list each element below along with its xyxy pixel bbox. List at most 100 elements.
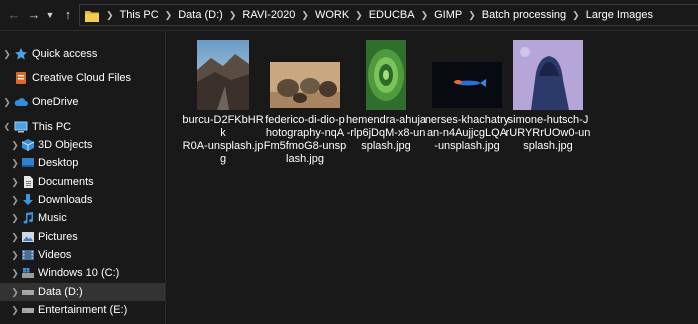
chevron-right-icon[interactable]: ❯ [2,93,12,111]
star-icon [14,47,28,61]
file-list: burcu-D2FKbHRk R0A-unsplash.jp g federic… [166,31,698,324]
chevron-right-icon[interactable]: ❯ [10,301,20,319]
file-name-line: splash.jpg [523,140,573,152]
breadcrumb-item[interactable]: EDUCBA [366,9,418,21]
image-thumbnail [366,40,406,110]
chevron-right-icon[interactable]: ❯ [298,10,312,21]
image-thumbnail [513,40,583,110]
file-name-line: hotography-nqA [265,127,345,139]
sidebar-item-pictures[interactable]: ❯ Pictures [0,228,165,246]
windows-drive-icon [21,266,35,280]
pictures-icon [21,230,35,244]
file-name-line: federico-di-dio-p [265,114,345,126]
chevron-right-icon[interactable]: ❯ [569,10,583,21]
breadcrumb-current[interactable]: Large Images [583,9,656,21]
chevron-right-icon[interactable]: ❯ [10,209,20,227]
arrow-left-icon: ← [7,7,21,22]
chevron-right-icon[interactable]: ❯ [10,154,20,172]
image-thumbnail [432,62,502,108]
chevron-right-icon[interactable]: ❯ [103,10,117,21]
chevron-right-icon[interactable]: ❯ [2,45,12,63]
file-tile[interactable]: federico-di-dio-p hotography-nqA Fm5fmoG… [262,38,348,168]
download-icon [21,193,35,207]
file-name[interactable]: hemendra-ahuja -rlp6jDqM-x8-un splash.jp… [343,114,429,153]
sidebar-item-label: Music [38,212,67,224]
sidebar-item-label: Windows 10 (C:) [38,267,120,279]
breadcrumb-item[interactable]: Batch processing [479,9,569,21]
breadcrumb-item[interactable]: This PC [117,9,162,21]
cube-icon [21,138,35,152]
drive-icon [21,285,35,299]
breadcrumb: ❯ This PC ❯ Data (D:) ❯ RAVI-2020 ❯ WORK… [103,9,656,21]
chevron-right-icon[interactable]: ❯ [10,283,20,301]
sidebar-item-videos[interactable]: ❯ Videos [0,246,165,264]
chevron-right-icon[interactable]: ❯ [10,173,20,191]
file-name[interactable]: federico-di-dio-p hotography-nqA Fm5fmoG… [262,114,348,166]
breadcrumb-item[interactable]: WORK [312,9,352,21]
arrow-up-icon: ↑ [64,7,72,22]
file-tile[interactable]: burcu-D2FKbHRk R0A-unsplash.jp g [180,38,266,168]
image-thumbnail [197,40,249,110]
sidebar-item-label: Desktop [38,157,79,169]
file-name[interactable]: nerses-khachatry an-n4AujjcgLQA -unsplas… [424,114,510,153]
chevron-right-icon[interactable]: ❯ [465,10,479,21]
file-tile[interactable]: nerses-khachatry an-n4AujjcgLQA -unsplas… [424,38,510,168]
sidebar-item-3d-objects[interactable]: ❯ 3D Objects [0,136,165,154]
folder-icon [85,10,99,22]
sidebar-item-label: Videos [38,249,72,261]
file-name-line: g [219,153,227,165]
chevron-right-icon[interactable]: ❯ [10,228,20,246]
sidebar-item-onedrive[interactable]: ❯ OneDrive [0,93,165,111]
sidebar-item-label: Creative Cloud Files [32,72,132,84]
address-bar[interactable]: ❯ This PC ❯ Data (D:) ❯ RAVI-2020 ❯ WORK… [79,4,698,26]
sidebar-item-label: Documents [38,176,94,188]
sidebar-item-label: OneDrive [32,96,79,108]
file-name-line: lash.jpg [286,153,324,165]
file-name-line: -rlp6jDqM-x8-un [346,127,426,139]
sidebar-item-desktop[interactable]: ❯ Desktop [0,154,165,172]
desktop-icon [21,156,35,170]
chevron-down-icon: ▼ [45,10,55,20]
sidebar-item-quick-access[interactable]: ❯ Quick access [0,45,165,63]
file-name[interactable]: simone-hutsch-J rURYRrUOw0-un splash.jpg [505,114,591,153]
sidebar-item-windows-10-c[interactable]: ❯ Windows 10 (C:) [0,264,165,282]
file-name[interactable]: burcu-D2FKbHRk R0A-unsplash.jp g [180,114,266,166]
breadcrumb-item[interactable]: Data (D:) [175,9,226,21]
file-name-line: Fm5fmoG8-unsp [263,140,347,152]
file-name-line: nerses-khachatry [424,114,510,126]
sidebar-item-label: Data (D:) [38,286,83,298]
chevron-right-icon[interactable]: ❯ [352,10,366,21]
sidebar-item-label: Entertainment (E:) [38,304,128,316]
breadcrumb-item[interactable]: RAVI-2020 [239,9,298,21]
sidebar-item-creative-cloud-files[interactable]: Creative Cloud Files [0,69,165,87]
chevron-right-icon[interactable]: ❯ [10,136,20,154]
cloud-icon [14,95,28,109]
chevron-right-icon[interactable]: ❯ [10,191,20,209]
chevron-right-icon[interactable]: ❯ [10,246,20,264]
sidebar-item-data-d[interactable]: ❯ Data (D:) [0,283,165,301]
chevron-right-icon[interactable]: ❯ [418,10,432,21]
up-button[interactable]: ↑ [58,4,78,26]
sidebar-item-this-pc[interactable]: ❮ This PC [0,118,165,136]
chevron-right-icon[interactable]: ❯ [226,10,240,21]
recent-locations-button[interactable]: ▼ [43,4,57,26]
chevron-right-icon[interactable]: ❯ [162,10,176,21]
sidebar-item-documents[interactable]: ❯ Documents [0,173,165,191]
sidebar-item-entertainment-e[interactable]: ❯ Entertainment (E:) [0,301,165,319]
arrow-right-icon: → [27,7,41,22]
file-name-line: rURYRrUOw0-un [505,127,591,139]
file-tile[interactable]: simone-hutsch-J rURYRrUOw0-un splash.jpg [505,38,591,168]
sidebar-item-music[interactable]: ❯ Music [0,209,165,227]
chevron-down-icon[interactable]: ❮ [2,118,12,136]
breadcrumb-item[interactable]: GIMP [431,9,465,21]
file-name-line: burcu-D2FKbHRk [182,114,264,139]
sidebar-item-label: Pictures [38,231,78,243]
sidebar-item-downloads[interactable]: ❯ Downloads [0,191,165,209]
file-name-line: splash.jpg [361,140,411,152]
file-tile[interactable]: hemendra-ahuja -rlp6jDqM-x8-un splash.jp… [343,38,429,168]
back-button[interactable]: ← [4,4,24,26]
image-thumbnail [270,62,340,108]
chevron-right-icon[interactable]: ❯ [10,264,20,282]
forward-button[interactable]: → [24,4,44,26]
sidebar-item-label: Quick access [32,48,98,60]
